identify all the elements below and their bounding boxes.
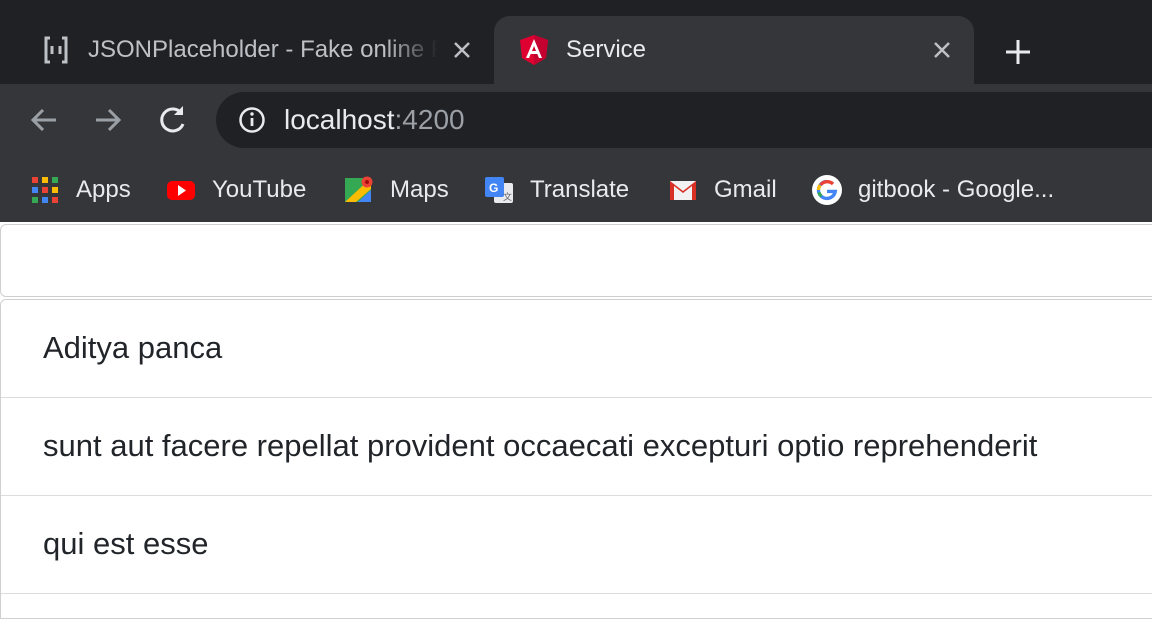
jsonplaceholder-icon xyxy=(44,36,68,64)
bookmark-translate[interactable]: G 文 Translate xyxy=(484,168,629,212)
header-card xyxy=(0,224,1152,297)
forward-arrow-icon[interactable] xyxy=(90,102,126,138)
list-item: sunt aut facere repellat provident occae… xyxy=(1,398,1152,496)
url-port: :4200 xyxy=(394,104,465,135)
new-tab-plus-icon[interactable] xyxy=(1000,34,1036,70)
translate-icon: G 文 xyxy=(485,177,513,203)
toolbar: localhost:4200 xyxy=(0,84,1152,158)
tab-service[interactable]: Service xyxy=(494,16,974,84)
bookmark-maps[interactable]: Maps xyxy=(344,168,449,212)
bookmarks-bar: Apps YouTube Maps G 文 Translate Gmail gi… xyxy=(0,158,1152,222)
bookmark-label: gitbook - Google... xyxy=(858,176,1055,203)
back-arrow-icon[interactable] xyxy=(26,102,62,138)
bookmark-apps[interactable]: Apps xyxy=(30,168,131,212)
tab-jsonplaceholder[interactable]: JSONPlaceholder - Fake online REST API f… xyxy=(0,16,494,84)
bookmark-youtube[interactable]: YouTube xyxy=(166,168,306,212)
reload-icon[interactable] xyxy=(154,102,190,138)
apps-grid-icon xyxy=(32,177,58,203)
tab-strip: JSONPlaceholder - Fake online REST API f… xyxy=(0,0,1152,84)
browser-chrome: JSONPlaceholder - Fake online REST API f… xyxy=(0,0,1152,222)
maps-icon xyxy=(345,176,373,202)
svg-text:G: G xyxy=(489,181,498,195)
bookmark-label: Maps xyxy=(390,176,449,203)
bookmark-label: Apps xyxy=(76,176,131,203)
close-icon[interactable] xyxy=(930,38,954,62)
bookmark-label: Translate xyxy=(530,176,630,203)
tab-title: Service xyxy=(566,36,647,63)
bookmark-gitbook[interactable]: gitbook - Google... xyxy=(812,168,1054,212)
google-icon xyxy=(812,175,842,205)
info-icon[interactable] xyxy=(238,106,266,134)
list-item: Aditya panca xyxy=(1,300,1152,398)
bookmark-gmail[interactable]: Gmail xyxy=(668,168,777,212)
angular-icon xyxy=(520,35,548,65)
url-host: localhost xyxy=(284,104,395,135)
list-group: Aditya panca sunt aut facere repellat pr… xyxy=(0,299,1152,619)
address-bar[interactable]: localhost:4200 xyxy=(216,92,1152,148)
list-item-text: Aditya panca xyxy=(43,330,223,365)
bookmark-label: Gmail xyxy=(714,176,777,203)
gmail-icon xyxy=(670,181,696,200)
youtube-icon xyxy=(167,181,195,200)
page-content: Aditya panca sunt aut facere repellat pr… xyxy=(0,222,1152,619)
list-item-text: qui est esse xyxy=(43,526,209,561)
close-icon[interactable] xyxy=(450,38,474,62)
url-text: localhost:4200 xyxy=(284,104,465,136)
tab-title: JSONPlaceholder - Fake online REST API f… xyxy=(88,36,438,63)
list-item: qui est esse xyxy=(1,496,1152,594)
svg-text:文: 文 xyxy=(503,191,512,202)
bookmark-label: YouTube xyxy=(212,176,307,203)
list-item-text: sunt aut facere repellat provident occae… xyxy=(43,428,1038,463)
